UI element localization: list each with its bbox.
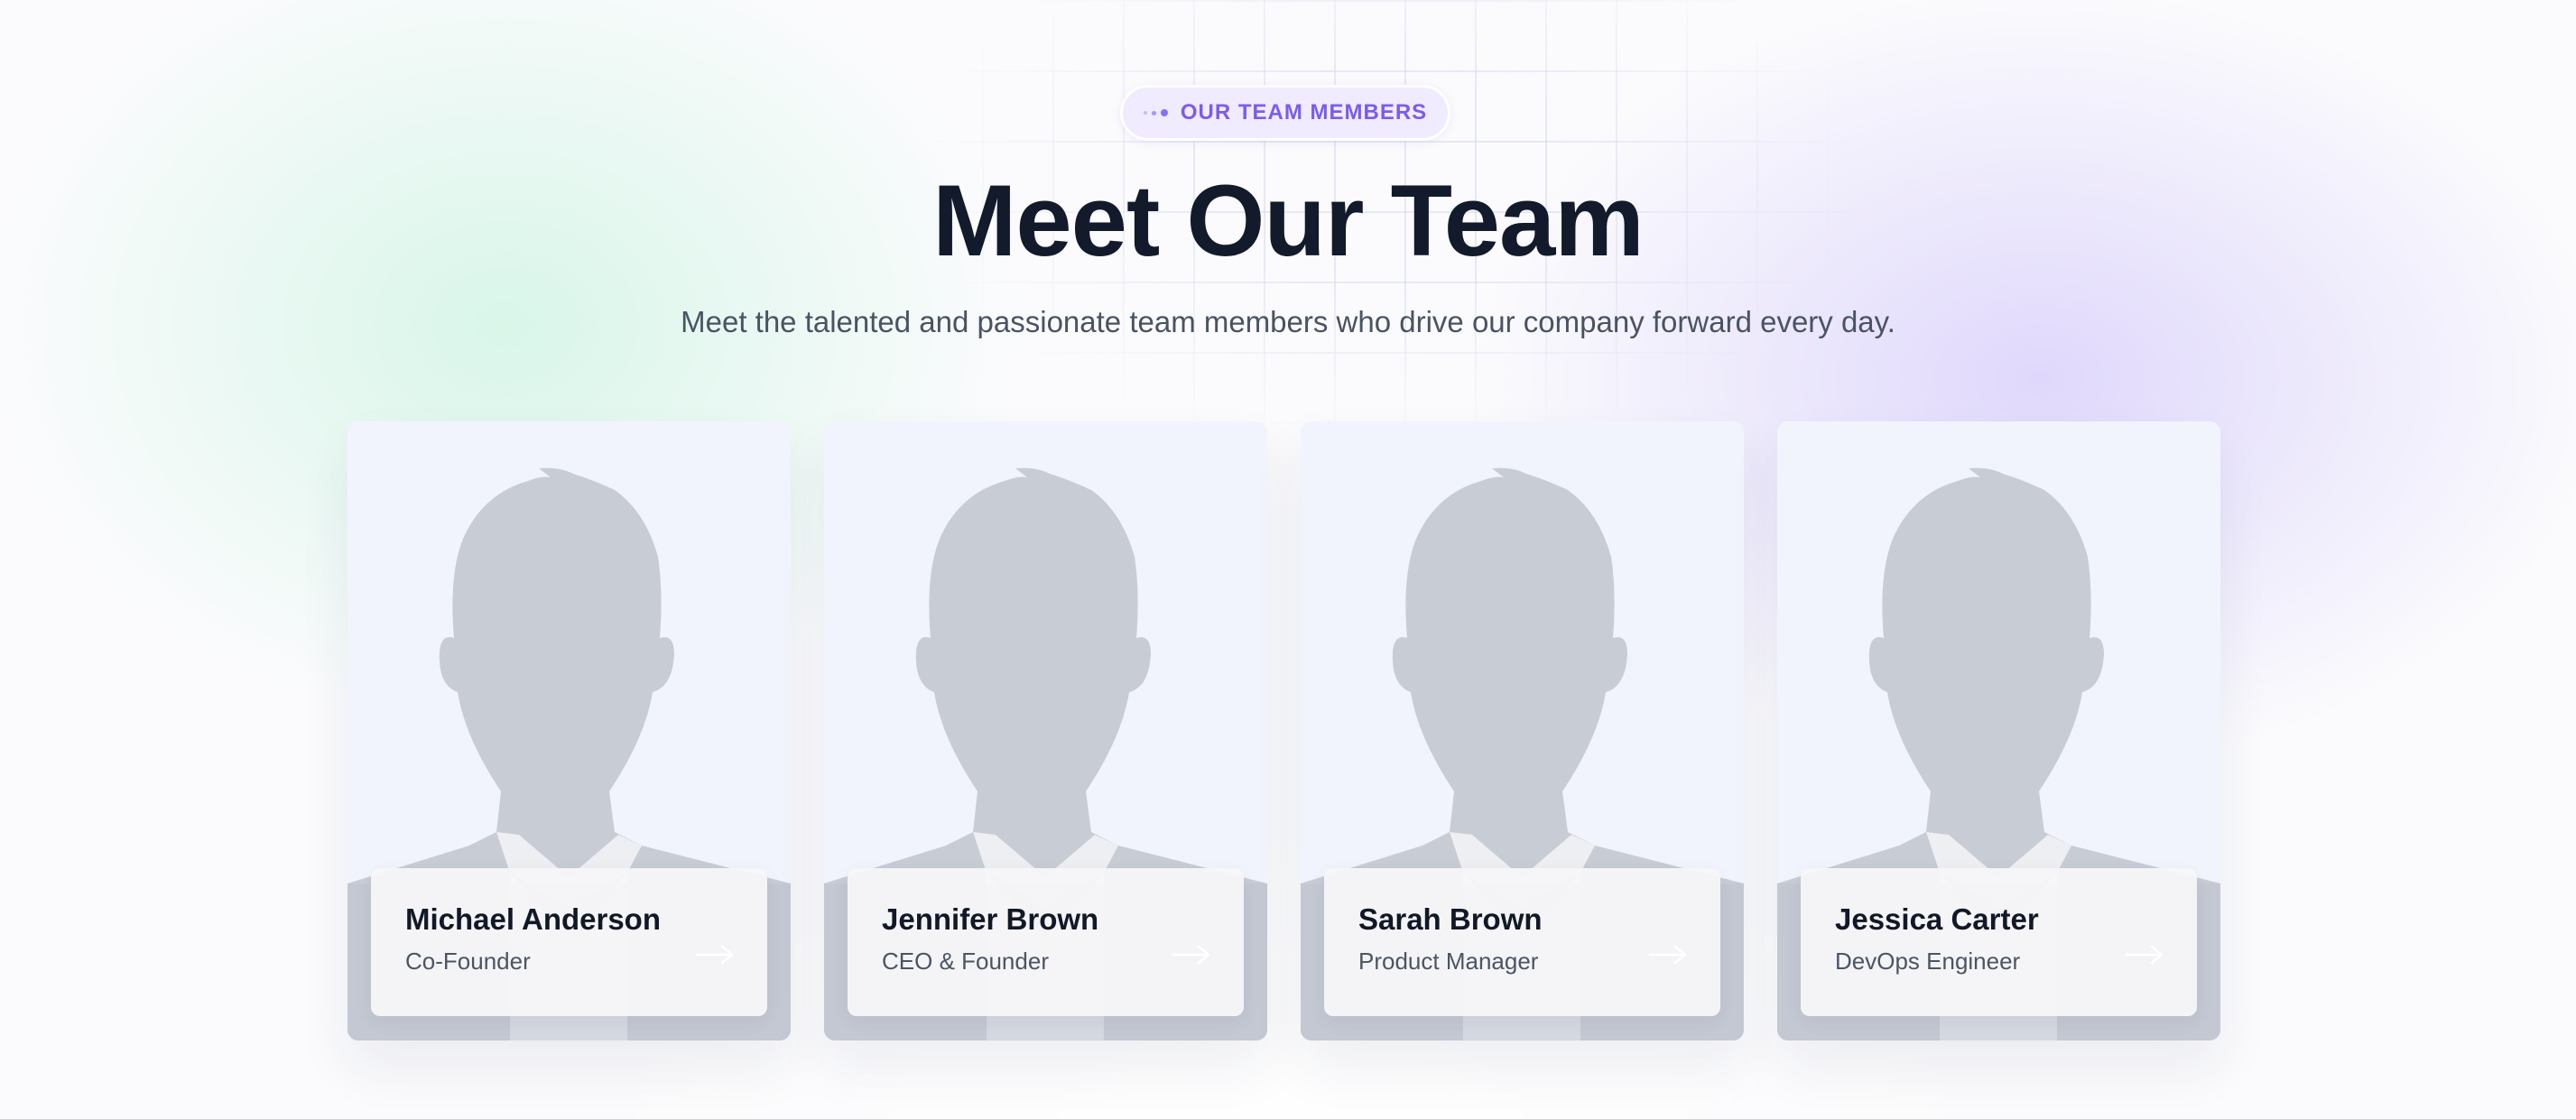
arrow-right-icon[interactable]	[695, 944, 735, 966]
member-role: Co-Founder	[405, 948, 531, 975]
member-role: DevOps Engineer	[1835, 948, 2021, 975]
member-role: Product Manager	[1358, 948, 1539, 975]
member-role: CEO & Founder	[882, 948, 1049, 975]
member-info-panel[interactable]: Michael Anderson Co-Founder	[371, 868, 767, 1016]
team-card[interactable]: Michael Anderson Co-Founder	[347, 421, 791, 1040]
member-name: Jessica Carter	[1835, 902, 2039, 936]
team-card[interactable]: Jessica Carter DevOps Engineer	[1777, 421, 2220, 1040]
section-badge: OUR TEAM MEMBERS	[1120, 85, 1450, 141]
dots-icon	[1143, 109, 1168, 116]
team-section: OUR TEAM MEMBERS Meet Our Team Meet the …	[0, 0, 2576, 1119]
badge-label: OUR TEAM MEMBERS	[1180, 100, 1428, 125]
arrow-right-icon[interactable]	[1648, 944, 1688, 966]
page-title: Meet Our Team	[932, 164, 1645, 277]
team-grid: Michael Anderson Co-Founder Jennifer Bro…	[347, 421, 2221, 1040]
page-subtitle: Meet the talented and passionate team me…	[681, 305, 1895, 338]
arrow-right-icon[interactable]	[1172, 944, 1211, 966]
member-name: Jennifer Brown	[882, 902, 1099, 936]
member-info-panel[interactable]: Sarah Brown Product Manager	[1324, 868, 1720, 1016]
member-name: Sarah Brown	[1358, 902, 1543, 936]
member-name: Michael Anderson	[405, 902, 661, 936]
arrow-right-icon[interactable]	[2125, 944, 2164, 966]
member-info-panel[interactable]: Jennifer Brown CEO & Founder	[848, 868, 1244, 1016]
team-card[interactable]: Sarah Brown Product Manager	[1301, 421, 1744, 1040]
team-card[interactable]: Jennifer Brown CEO & Founder	[824, 421, 1267, 1040]
member-info-panel[interactable]: Jessica Carter DevOps Engineer	[1801, 868, 2197, 1016]
